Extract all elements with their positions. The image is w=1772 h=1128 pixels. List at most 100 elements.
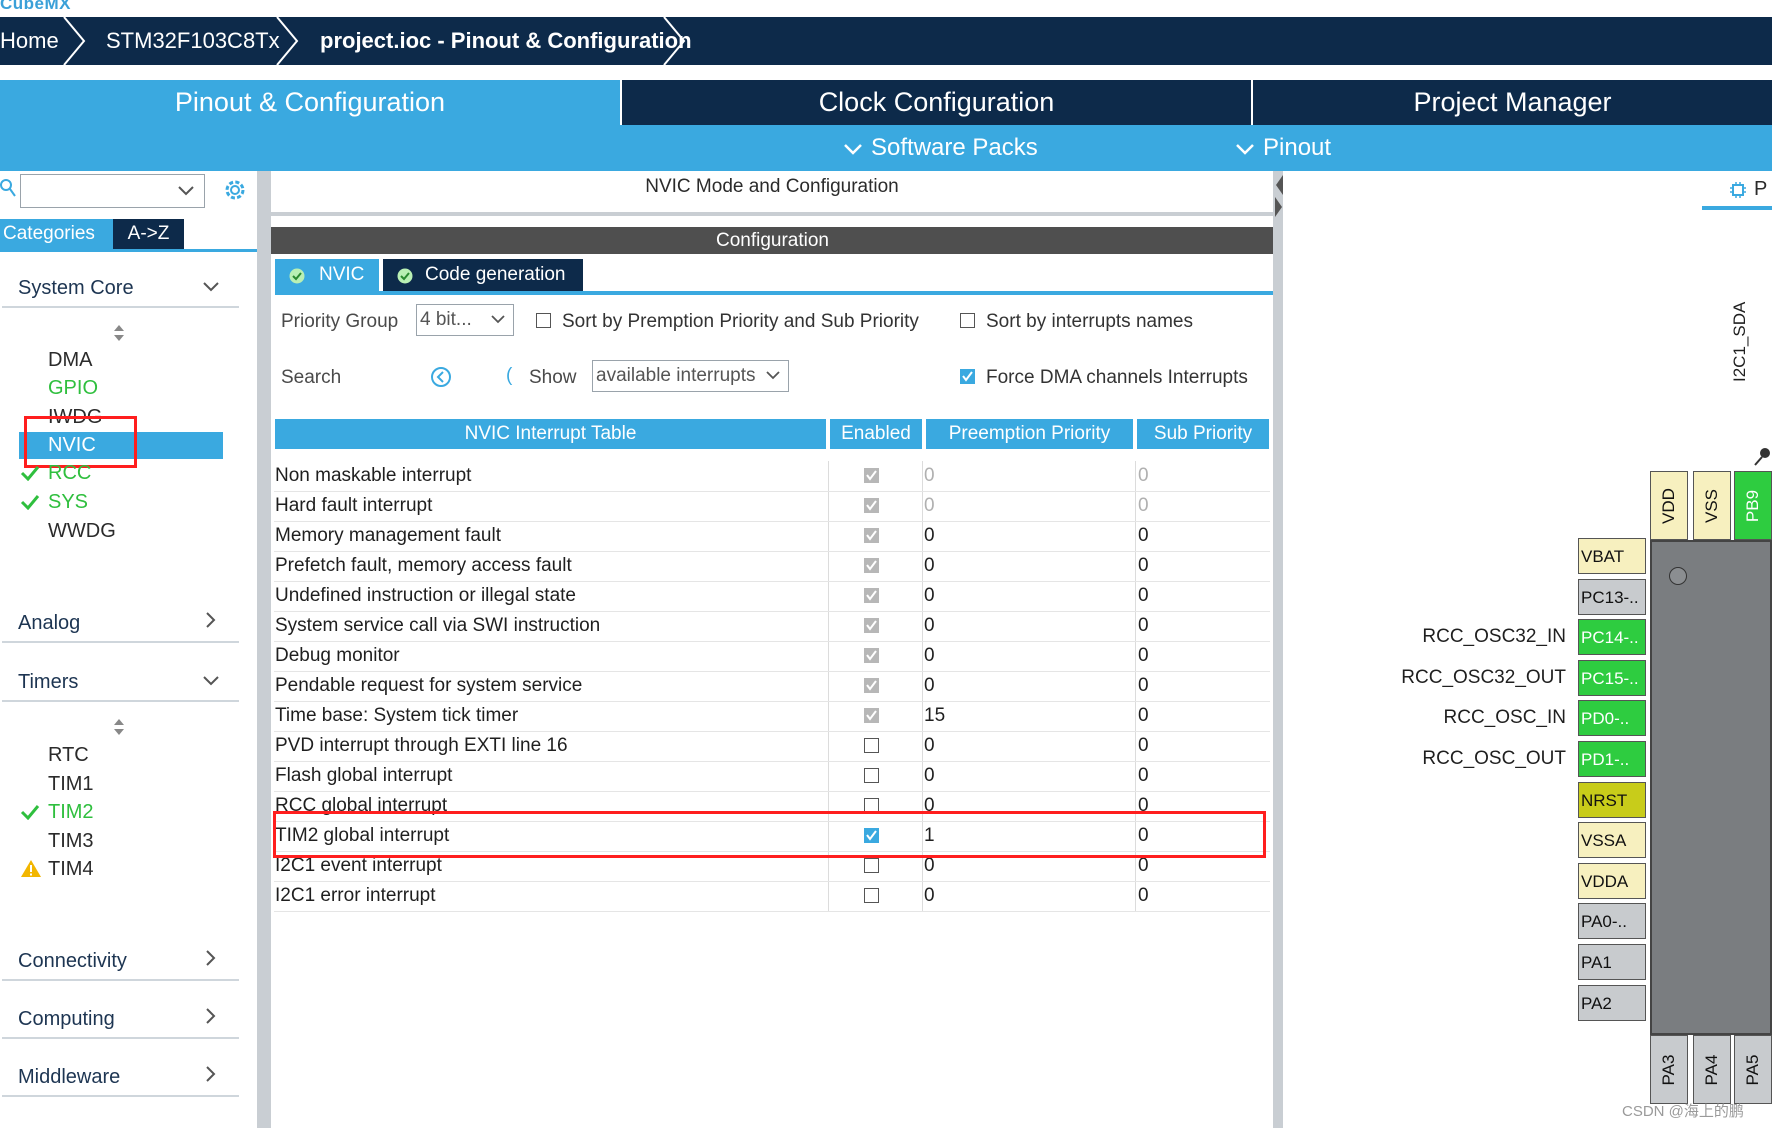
- tab-a-to-z[interactable]: A->Z: [113, 219, 184, 249]
- preemption-priority-value[interactable]: 0: [924, 521, 935, 551]
- pin-pa1[interactable]: PA1: [1578, 944, 1646, 980]
- pin-pd1[interactable]: PD1-..: [1578, 741, 1646, 777]
- tab-project-manager[interactable]: Project Manager: [1253, 80, 1772, 125]
- sub-priority-value[interactable]: 0: [1138, 611, 1149, 641]
- pin-vssa[interactable]: VSSA: [1578, 822, 1646, 858]
- preemption-priority-value[interactable]: 0: [924, 731, 935, 761]
- pin-pd0[interactable]: PD0-..: [1578, 700, 1646, 736]
- breadcrumb-home[interactable]: Home: [0, 17, 59, 65]
- pin-nrst[interactable]: NRST: [1578, 782, 1646, 818]
- peripheral-tim2[interactable]: TIM2: [48, 801, 94, 824]
- preemption-priority-value[interactable]: 0: [924, 671, 935, 701]
- chevron-right-icon[interactable]: [206, 612, 216, 628]
- chevron-right-icon[interactable]: [206, 950, 216, 966]
- sub-priority-value[interactable]: 0: [1138, 761, 1149, 791]
- sub-priority-value[interactable]: 0: [1138, 641, 1149, 671]
- sub-priority-value[interactable]: 0: [1138, 491, 1149, 521]
- enabled-checkbox[interactable]: [864, 738, 879, 753]
- sub-priority-value[interactable]: 0: [1138, 881, 1149, 911]
- sort-names-checkbox[interactable]: [960, 313, 975, 328]
- pin-vdda[interactable]: VDDA: [1578, 863, 1646, 899]
- clear-search-icon[interactable]: [430, 366, 452, 388]
- panel-splitter[interactable]: [271, 212, 1273, 216]
- table-row[interactable]: Prefetch fault, memory access fault 0 0: [274, 551, 1270, 582]
- tab-clock-configuration[interactable]: Clock Configuration: [622, 80, 1251, 125]
- gear-icon[interactable]: [222, 177, 248, 203]
- tab-nvic[interactable]: NVIC: [275, 259, 379, 291]
- pinout-menu[interactable]: Pinout: [1235, 125, 1331, 171]
- category-timers[interactable]: Timers: [18, 671, 78, 694]
- column-header-sub-priority[interactable]: Sub Priority: [1137, 419, 1269, 449]
- preemption-priority-value[interactable]: 0: [924, 881, 935, 911]
- sub-priority-value[interactable]: 0: [1138, 461, 1149, 491]
- category-middleware[interactable]: Middleware: [18, 1066, 120, 1089]
- table-row[interactable]: System service call via SWI instruction 0…: [274, 611, 1270, 642]
- category-computing[interactable]: Computing: [18, 1008, 115, 1031]
- chevron-down-icon[interactable]: [203, 282, 219, 292]
- tab-code-generation[interactable]: Code generation: [383, 259, 583, 291]
- preemption-priority-value[interactable]: 0: [924, 641, 935, 671]
- sub-priority-value[interactable]: 0: [1138, 731, 1149, 761]
- column-header-interrupt[interactable]: NVIC Interrupt Table: [275, 419, 826, 449]
- tab-categories[interactable]: Categories: [0, 219, 113, 249]
- priority-group-select[interactable]: 4 bit...: [416, 304, 514, 336]
- pin-pc15[interactable]: PC15-..: [1578, 660, 1646, 696]
- category-analog[interactable]: Analog: [18, 612, 80, 635]
- tab-pinout-configuration[interactable]: Pinout & Configuration: [0, 80, 620, 125]
- pin-pc14[interactable]: PC14-..: [1578, 619, 1646, 655]
- pin-pa4[interactable]: PA4: [1693, 1035, 1731, 1104]
- column-header-enabled[interactable]: Enabled: [830, 419, 922, 449]
- peripheral-tim1[interactable]: TIM1: [48, 773, 94, 796]
- enabled-checkbox[interactable]: [864, 888, 879, 903]
- sub-priority-value[interactable]: 0: [1138, 551, 1149, 581]
- preemption-priority-value[interactable]: 0: [924, 491, 935, 521]
- table-row[interactable]: Debug monitor 0 0: [274, 641, 1270, 672]
- software-packs-menu[interactable]: Software Packs: [843, 125, 1038, 171]
- enabled-checkbox[interactable]: [864, 858, 879, 873]
- pin-vdd[interactable]: VDD: [1650, 471, 1688, 540]
- sort-preemption-checkbox[interactable]: [536, 313, 551, 328]
- pinout-view-tab[interactable]: P: [1754, 178, 1767, 201]
- panel-splitter[interactable]: [1273, 171, 1283, 1128]
- peripheral-gpio[interactable]: GPIO: [48, 377, 98, 400]
- preemption-priority-value[interactable]: 0: [924, 581, 935, 611]
- table-row[interactable]: Pendable request for system service 0 0: [274, 671, 1270, 702]
- category-system-core[interactable]: System Core: [18, 277, 134, 300]
- table-row[interactable]: Hard fault interrupt 0 0: [274, 491, 1270, 522]
- show-filter-select[interactable]: available interrupts: [592, 360, 789, 392]
- sub-priority-value[interactable]: 0: [1138, 521, 1149, 551]
- sort-arrows-icon[interactable]: [113, 719, 125, 735]
- pin-pc13[interactable]: PC13-..: [1578, 579, 1646, 615]
- breadcrumb-mcu[interactable]: STM32F103C8Tx: [106, 17, 280, 65]
- chevron-down-icon[interactable]: [178, 186, 194, 196]
- pin-vbat[interactable]: VBAT: [1578, 538, 1646, 574]
- pin-pa2[interactable]: PA2: [1578, 985, 1646, 1021]
- force-dma-checkbox[interactable]: [960, 369, 975, 384]
- category-connectivity[interactable]: Connectivity: [18, 950, 127, 973]
- peripheral-sys[interactable]: SYS: [48, 491, 88, 514]
- peripheral-dma[interactable]: DMA: [48, 349, 92, 372]
- search-field-edge[interactable]: (: [506, 365, 512, 387]
- preemption-priority-value[interactable]: 0: [924, 611, 935, 641]
- peripheral-tim3[interactable]: TIM3: [48, 830, 94, 853]
- preemption-priority-value[interactable]: 0: [924, 461, 935, 491]
- sub-priority-value[interactable]: 0: [1138, 701, 1149, 731]
- collapse-arrow-icon[interactable]: [1273, 171, 1283, 221]
- table-row[interactable]: Non maskable interrupt 0 0: [274, 461, 1270, 492]
- pin-pb9[interactable]: PB9: [1734, 471, 1772, 540]
- chevron-right-icon[interactable]: [206, 1008, 216, 1024]
- column-header-preemption[interactable]: Preemption Priority: [926, 419, 1133, 449]
- enabled-checkbox[interactable]: [864, 768, 879, 783]
- chevron-right-icon[interactable]: [206, 1066, 216, 1082]
- peripheral-wwdg[interactable]: WWDG: [48, 520, 116, 543]
- sort-arrows-icon[interactable]: [113, 325, 125, 341]
- preemption-priority-value[interactable]: 15: [924, 701, 945, 731]
- table-row[interactable]: I2C1 error interrupt 0 0: [274, 881, 1270, 912]
- peripheral-rcc[interactable]: RCC: [48, 462, 91, 485]
- table-row[interactable]: Flash global interrupt 0 0: [274, 761, 1270, 792]
- breadcrumb-project[interactable]: project.ioc - Pinout & Configuration: [320, 17, 692, 65]
- pin-pa5[interactable]: PA5: [1734, 1035, 1772, 1104]
- pin-vss[interactable]: VSS: [1693, 471, 1731, 540]
- table-row[interactable]: Memory management fault 0 0: [274, 521, 1270, 552]
- chevron-down-icon[interactable]: [203, 676, 219, 686]
